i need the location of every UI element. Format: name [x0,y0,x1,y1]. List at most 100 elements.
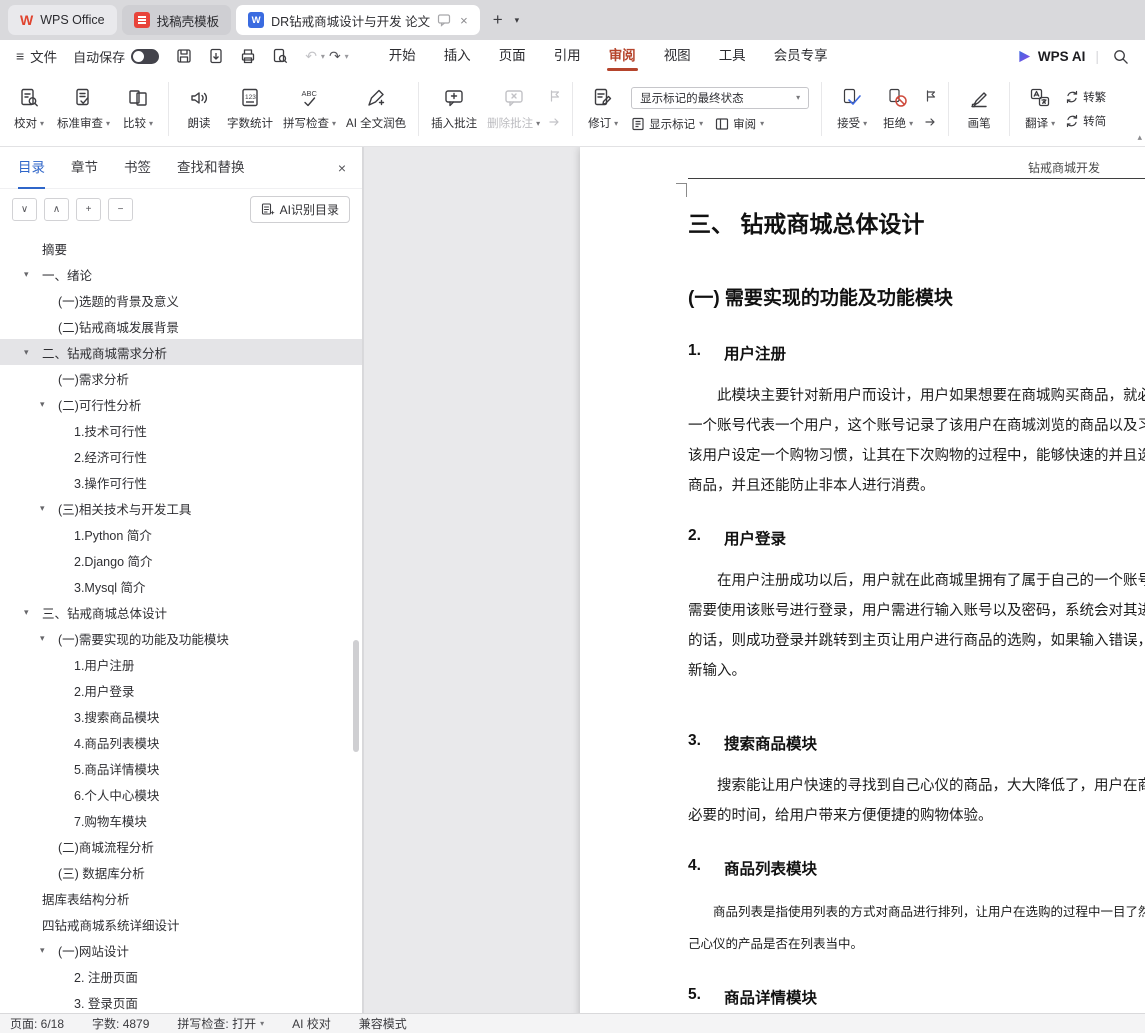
outline-item[interactable]: ▾ (一)选题的背景及意义 [0,287,362,313]
collapse-arrow-icon[interactable]: ▾ [40,503,58,514]
menu-tab-reference[interactable]: 引用 [540,40,595,72]
tab-wps-office[interactable]: W WPS Office [8,5,117,35]
pane-tab-catalog[interactable]: 目录 [18,147,45,189]
outline-item[interactable]: ▾ 二、钻戒商城需求分析 [0,339,362,365]
collapse-arrow-icon[interactable]: ▾ [40,399,58,410]
menu-tab-review[interactable]: 审阅 [595,40,650,72]
outline-item[interactable]: ▾ 1.Python 简介 [0,521,362,547]
menu-tab-member[interactable]: 会员专享 [760,40,842,72]
next-change-icon[interactable] [924,115,938,129]
outline-item[interactable]: ▾ 3. 登录页面 [0,989,362,1013]
outline-item[interactable]: ▾ (二)商城流程分析 [0,833,362,859]
expand-all-button[interactable]: ∨ [12,198,37,221]
outline-item[interactable]: ▾ 1.技术可行性 [0,417,362,443]
menu-tab-tools[interactable]: 工具 [705,40,760,72]
menu-tab-insert[interactable]: 插入 [430,40,485,72]
outline-item[interactable]: ▾ 2.用户登录 [0,677,362,703]
outline-item[interactable]: ▾ 四钻戒商城系统详细设计 [0,911,362,937]
menu-tab-page[interactable]: 页面 [485,40,540,72]
track-changes-button[interactable]: 修订▾ [580,77,626,141]
pen-button[interactable]: 画笔 [956,77,1002,141]
collapse-ribbon-icon[interactable]: ▴ [1137,132,1142,143]
review-pane-button[interactable]: 审阅 ▾ [715,116,764,132]
outline-item[interactable]: ▾ (三)相关技术与开发工具 [0,495,362,521]
collapse-all-button[interactable]: ∧ [44,198,69,221]
outline-item[interactable]: ▾ 一、绪论 [0,261,362,287]
previous-change-icon[interactable] [924,89,938,103]
collapse-arrow-icon[interactable]: ▾ [40,945,58,956]
outline-item[interactable]: ▾ 7.购物车模块 [0,807,362,833]
outline-item[interactable]: ▾ 6.个人中心模块 [0,781,362,807]
undo-button[interactable]: ↶ [303,48,319,65]
zoom-in-outline-button[interactable]: + [76,198,101,221]
outline-item[interactable]: ▾ 2.经济可行性 [0,443,362,469]
ai-recognize-toc-button[interactable]: AI识别目录 [250,196,350,223]
search-button[interactable] [1109,45,1131,67]
collapse-arrow-icon[interactable]: ▾ [40,633,58,644]
outline-item[interactable]: ▾ (三) 数据库分析 [0,859,362,885]
new-tab-button[interactable]: + [485,10,511,30]
outline-item[interactable]: ▾ 5.商品详情模块 [0,755,362,781]
tab-current-doc[interactable]: W DR钻戒商城设计与开发 论文 × [236,5,480,35]
ai-proofread-indicator[interactable]: AI 校对 [292,1015,331,1032]
to-traditional-button[interactable]: 转繁 [1065,89,1106,105]
pane-tab-chapter[interactable]: 章节 [71,147,98,189]
outline-item[interactable]: ▾ 4.商品列表模块 [0,729,362,755]
print-button[interactable] [237,45,259,67]
outline-item[interactable]: ▾ 2.Django 简介 [0,547,362,573]
outline-item[interactable]: ▾ (一)需求分析 [0,365,362,391]
page-indicator[interactable]: 页面: 6/18 [10,1015,64,1032]
redo-button[interactable]: ↷ [327,48,343,65]
outline-item[interactable]: ▾ 据库表结构分析 [0,885,362,911]
read-aloud-button[interactable]: 朗读 [176,77,222,141]
collapse-arrow-icon[interactable]: ▾ [24,347,42,358]
markup-state-select[interactable]: 显示标记的最终状态 ▾ [631,87,809,109]
close-tab-icon[interactable]: × [460,13,468,28]
menu-tab-start[interactable]: 开始 [375,40,430,72]
ai-polish-button[interactable]: AI 全文润色 [341,77,411,141]
proofread-button[interactable]: 校对▾ [6,77,52,141]
zoom-out-outline-button[interactable]: − [108,198,133,221]
file-menu-button[interactable]: ≡ 文件 [10,46,63,66]
wps-ai-button[interactable]: WPS AI [1017,49,1086,64]
compare-button[interactable]: 比较▾ [115,77,161,141]
show-markup-button[interactable]: 显示标记 ▾ [631,116,703,132]
redo-caret-icon[interactable]: ▾ [345,52,349,61]
spellcheck-indicator[interactable]: 拼写检查: 打开 ▾ [177,1015,264,1032]
outline-item[interactable]: ▾ 3.操作可行性 [0,469,362,495]
collapse-arrow-icon[interactable]: ▾ [24,269,42,280]
reject-change-button[interactable]: 拒绝▾ [875,77,921,141]
outline-item[interactable]: ▾ 2. 注册页面 [0,963,362,989]
to-simplified-button[interactable]: 转简 [1065,113,1106,129]
outline-item[interactable]: ▾ (二)可行性分析 [0,391,362,417]
autosave-toggle[interactable] [131,49,159,64]
outline-item[interactable]: ▾ (一)需要实现的功能及功能模块 [0,625,362,651]
outline-item[interactable]: ▾ 3.搜索商品模块 [0,703,362,729]
word-count-indicator[interactable]: 字数: 4879 [92,1015,149,1032]
save-button[interactable] [173,45,195,67]
export-button[interactable] [205,45,227,67]
pane-tab-bookmark[interactable]: 书签 [124,147,151,189]
document-page[interactable]: 钻戒商城开发 三、 钻戒商城总体设计 (一) 需要实现的功能及功能模块 1. 用… [580,147,1145,1013]
standard-review-button[interactable]: 标准审查▾ [52,77,115,141]
outline-item[interactable]: ▾ 摘要 [0,235,362,261]
sidebar-scrollbar[interactable] [353,640,359,752]
insert-comment-button[interactable]: 插入批注 [426,77,482,141]
outline-item[interactable]: ▾ (二)钻戒商城发展背景 [0,313,362,339]
tab-template-doc[interactable]: 找稿壳模板 [122,5,232,35]
menu-tab-view[interactable]: 视图 [650,40,705,72]
pane-tab-find-replace[interactable]: 查找和替换 [177,147,245,189]
spell-check-button[interactable]: ABC 拼写检查▾ [278,77,341,141]
accept-change-button[interactable]: 接受▾ [829,77,875,141]
outline-item[interactable]: ▾ 三、钻戒商城总体设计 [0,599,362,625]
close-pane-icon[interactable]: × [338,147,346,189]
outline-item[interactable]: ▾ 1.用户注册 [0,651,362,677]
tab-list-icon[interactable]: ▾ [511,15,524,26]
outline-item[interactable]: ▾ 3.Mysql 简介 [0,573,362,599]
translate-button[interactable]: 翻译▾ [1017,77,1063,141]
word-count-button[interactable]: 123 字数统计 [222,77,278,141]
print-preview-button[interactable] [269,45,291,67]
undo-caret-icon[interactable]: ▾ [321,52,325,61]
collapse-arrow-icon[interactable]: ▾ [24,607,42,618]
outline-item[interactable]: ▾ (一)网站设计 [0,937,362,963]
